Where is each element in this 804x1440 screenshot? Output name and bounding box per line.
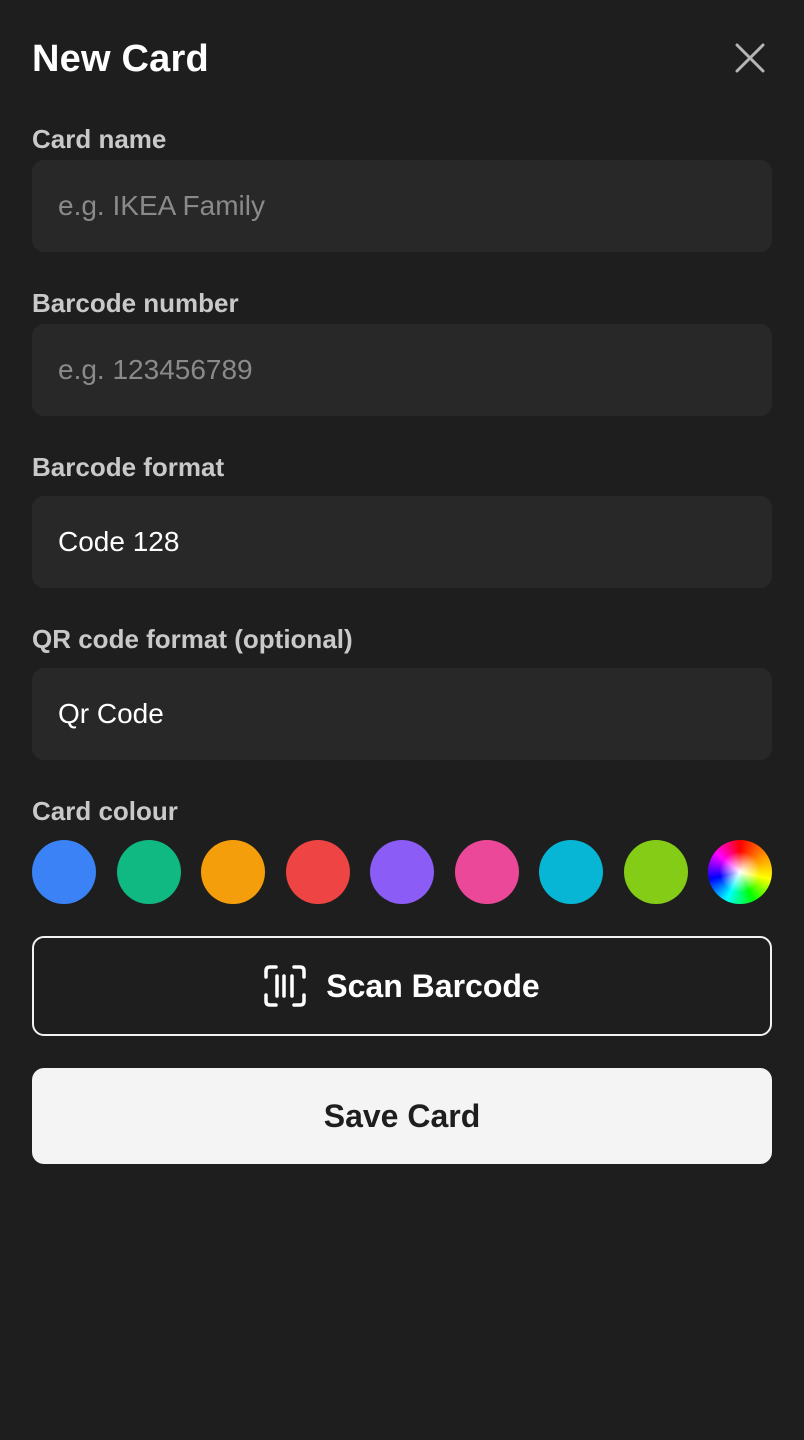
card-name-label: Card name (32, 124, 167, 154)
swatch-pink[interactable] (454, 840, 519, 904)
close-button[interactable] (734, 42, 766, 74)
colour-swatches (32, 840, 772, 904)
barcode-number-label: Barcode number (32, 288, 239, 318)
close-icon (735, 43, 765, 73)
barcode-format-select[interactable]: Code 128 (32, 496, 772, 588)
swatch-red[interactable] (285, 840, 350, 904)
swatch-purple[interactable] (370, 840, 434, 904)
swatch-green[interactable] (116, 840, 181, 904)
card-colour-label: Card colour (32, 796, 178, 826)
barcode-scan-icon (264, 965, 307, 1007)
page-title: New Card (32, 38, 209, 80)
swatch-orange[interactable] (201, 840, 265, 904)
card-name-input[interactable] (58, 160, 748, 252)
scan-barcode-button[interactable]: Scan Barcode (32, 936, 772, 1036)
barcode-format-label: Barcode format (32, 452, 225, 482)
scan-barcode-label: Scan Barcode (326, 967, 540, 1004)
swatch-lime[interactable] (623, 840, 688, 904)
save-card-button[interactable]: Save Card (32, 1068, 772, 1164)
swatch-cyan[interactable] (539, 840, 603, 904)
header: New Card (32, 36, 772, 84)
new-card-screen: New Card Card name Barcode number Barcod… (0, 0, 804, 1440)
scan-barcode-content: Scan Barcode (34, 938, 770, 1034)
swatch-blue[interactable] (32, 840, 96, 904)
barcode-number-field-box (32, 324, 772, 416)
swatch-custom-colour-picker[interactable] (708, 840, 772, 904)
save-card-label: Save Card (323, 1097, 481, 1134)
qr-format-select[interactable]: Qr Code (32, 668, 772, 760)
card-name-field-box (32, 160, 772, 252)
qr-format-label: QR code format (optional) (32, 624, 353, 654)
qr-format-value: Qr Code (58, 698, 164, 729)
barcode-number-input[interactable] (58, 324, 748, 416)
barcode-format-value: Code 128 (58, 526, 180, 557)
